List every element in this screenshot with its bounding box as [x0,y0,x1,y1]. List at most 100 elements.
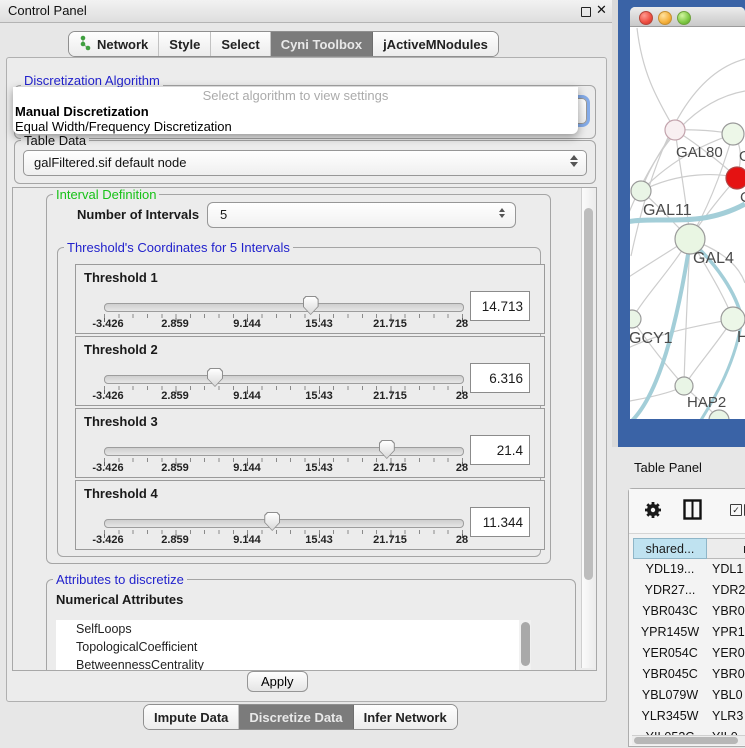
tab-select[interactable]: Select [211,32,270,56]
threshold-4-slider-handle[interactable] [264,512,280,531]
threshold-3-panel: Threshold 3 -3.426 2.859 9.144 15.43 21.… [75,408,545,478]
threshold-1-value-field[interactable]: 14.713 [470,291,530,321]
tab-style[interactable]: Style [159,32,211,56]
table-row[interactable]: YLR345W [633,706,707,727]
group-title: Discretization Algorithm [21,73,163,88]
network-window[interactable]: GAL80 GA C GAL11 GAL4 GCY1 H HAP2 [630,7,745,419]
table-panel-title: Table Panel [634,460,702,475]
list-item[interactable]: SelfLoops [56,620,519,638]
table-row[interactable]: YBL0 [707,685,745,706]
checkbox-icon[interactable]: ✓ [730,504,742,516]
threshold-4-slider[interactable] [104,519,464,528]
panel-scrollbar-thumb[interactable] [584,208,593,580]
node-label: GAL11 [643,202,692,219]
node-gal11[interactable] [631,181,651,201]
table-horizontal-scrollbar-thumb[interactable] [634,737,738,744]
attributes-group: Attributes to discretize Numerical Attri… [46,579,576,671]
node-label: GCY1 [630,330,673,347]
close-traffic-light-icon[interactable] [639,11,653,25]
zoom-traffic-light-icon[interactable] [677,11,691,25]
number-of-intervals-label: Number of Intervals [77,207,199,222]
threshold-3-slider-handle[interactable] [379,440,395,459]
table-row[interactable]: YDL1 [707,559,745,580]
node-label: HAP2 [687,394,726,411]
threshold-3-slider[interactable] [104,447,464,456]
gear-icon[interactable] [643,500,663,523]
table-horizontal-scrollbar[interactable] [632,735,745,745]
threshold-2-value-field[interactable]: 6.316 [470,363,530,393]
numerical-attributes-list[interactable]: SelfLoops TopologicalCoefficient Between… [56,620,519,671]
node-label: C [740,189,745,206]
slider-ticks [104,314,463,322]
slider-ticks [104,458,463,466]
table-row[interactable]: YPR1 [707,622,745,643]
spinner-arrows-icon[interactable] [499,208,505,218]
threshold-4-panel: Threshold 4 -3.426 2.859 9.144 15.43 21.… [75,480,545,550]
table-row[interactable]: YBR0 [707,664,745,685]
tab-discretize-data[interactable]: Discretize Data [239,705,353,729]
threshold-2-panel: Threshold 2 -3.426 2.859 9.144 15.43 21.… [75,336,545,406]
bottom-tabbar: Impute Data Discretize Data Infer Networ… [143,704,458,730]
network-icon [79,35,92,54]
network-window-frame: GAL80 GA C GAL11 GAL4 GCY1 H HAP2 [612,0,745,447]
group-title: Interval Definition [53,187,159,202]
network-edges [630,28,745,419]
float-window-icon[interactable] [581,7,591,17]
threshold-2-slider-handle[interactable] [207,368,223,387]
node-gcy1[interactable] [630,310,641,328]
tab-impute-data[interactable]: Impute Data [144,705,239,729]
tab-network[interactable]: Network [69,32,159,56]
tab-jactivemnodules[interactable]: jActiveMNodules [373,32,498,56]
node-red-selected[interactable] [726,167,745,189]
table-row[interactable]: YBR043C [633,601,707,622]
column-view-icon[interactable] [683,499,702,523]
network-nodes[interactable] [630,120,745,419]
threshold-3-value-field[interactable]: 21.4 [470,435,530,465]
node-partial-g[interactable] [722,123,744,145]
tab-cyni-toolbox[interactable]: Cyni Toolbox [271,32,373,56]
group-title: Threshold's Coordinates for 5 Intervals [64,240,293,255]
node-pink[interactable] [665,120,685,140]
list-item[interactable]: BetweennessCentrality [56,656,519,671]
apply-button[interactable]: Apply [247,671,308,692]
threshold-4-value-field[interactable]: 11.344 [470,507,530,537]
node-label: GA [739,148,745,165]
table-panel: Table Panel ✓ ✓ sha [612,447,745,745]
table-row[interactable]: YPR145W [633,622,707,643]
combobox-arrows-icon [570,155,578,167]
threshold-1-slider[interactable] [104,303,464,312]
table-row[interactable]: YER054C [633,643,707,664]
table-row[interactable]: YBL079W [633,685,707,706]
settings-scroll-viewport: Interval Definition Number of Intervals … [12,187,597,671]
threshold-1-slider-handle[interactable] [303,296,319,315]
network-window-titlebar[interactable] [630,7,745,27]
table-row[interactable]: YBR045C [633,664,707,685]
column-header-shared-name[interactable]: shared... [633,538,707,559]
list-scrollbar[interactable] [519,620,531,671]
threshold-2-slider[interactable] [104,375,464,384]
table-row[interactable]: YER0 [707,643,745,664]
network-canvas[interactable]: GAL80 GA C GAL11 GAL4 GCY1 H HAP2 [630,27,745,419]
table-data-combobox[interactable]: galFiltered.sif default node [23,150,587,176]
dropdown-prompt: Select algorithm to view settings [13,87,578,104]
panel-scrollbar[interactable] [581,188,596,668]
group-title: Table Data [21,133,89,148]
table-row[interactable]: YBR0 [707,601,745,622]
close-icon[interactable]: ✕ [596,2,607,18]
table-row[interactable]: YLR3 [707,706,745,727]
table-row[interactable]: YDL19... [633,559,707,580]
node-partial-h[interactable] [721,307,745,331]
minimize-traffic-light-icon[interactable] [658,11,672,25]
node-label: GAL4 [693,250,734,267]
table-row[interactable]: YDR2 [707,580,745,601]
number-of-intervals-spinner[interactable]: 5 [207,202,516,228]
dropdown-item-manual-discretization[interactable]: Manual Discretization [13,104,578,119]
node-hap2[interactable] [675,377,693,395]
tab-infer-network[interactable]: Infer Network [354,705,457,729]
node-label: H [737,329,745,346]
dropdown-item-equal-width-frequency[interactable]: Equal Width/Frequency Discretization [13,119,578,134]
top-tabbar: Network Style Select Cyni Toolbox jActiv… [68,31,499,57]
list-item[interactable]: TopologicalCoefficient [56,638,519,656]
column-header-name[interactable]: na [707,538,745,559]
table-row[interactable]: YDR27... [633,580,707,601]
